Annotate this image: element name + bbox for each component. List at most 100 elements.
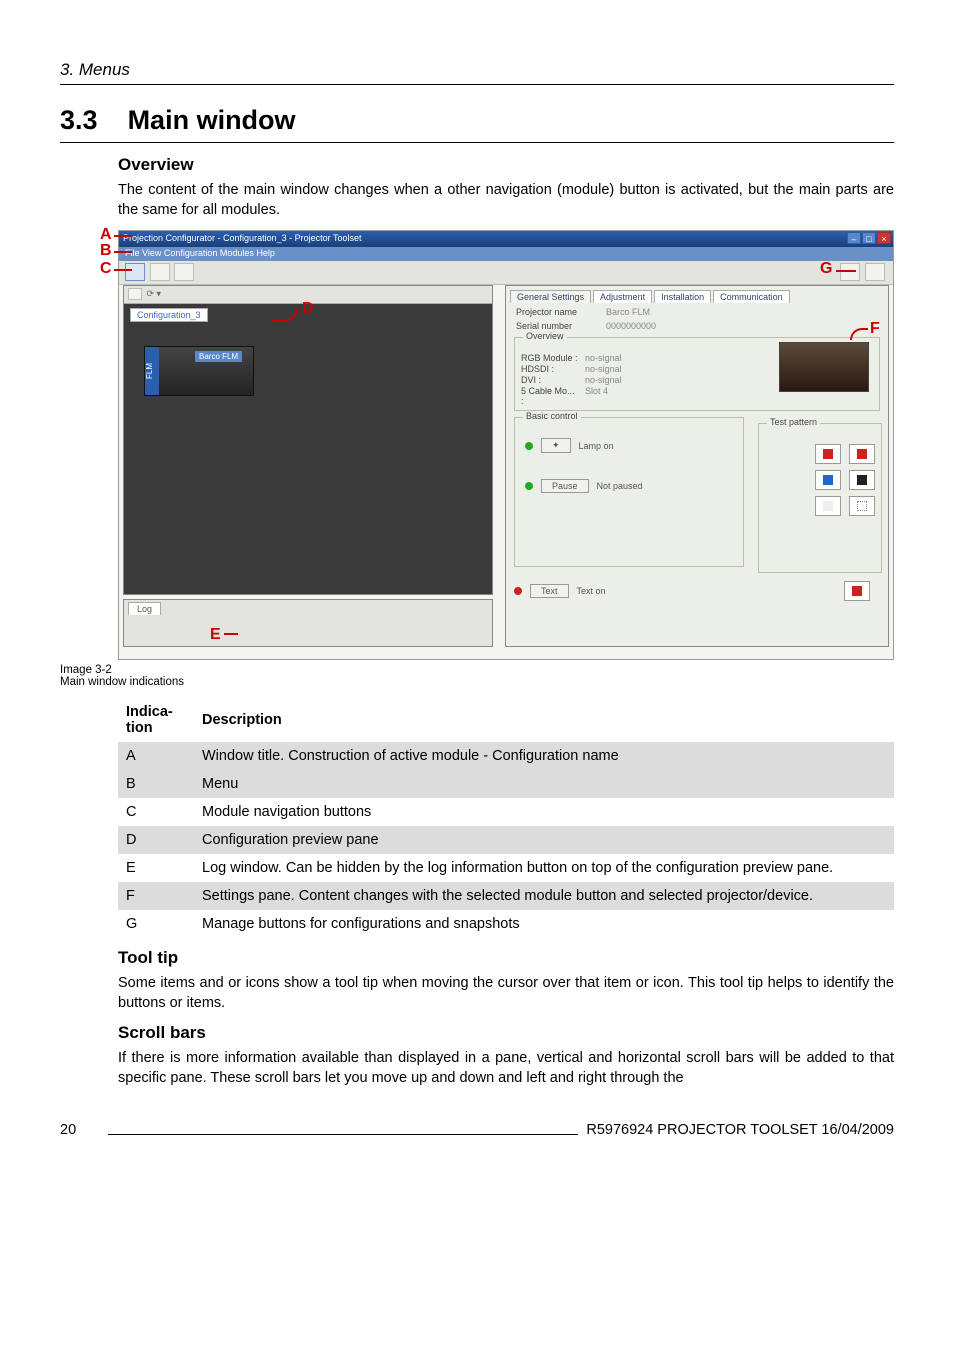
screenshot: Projection Configurator - Configuration_…: [118, 230, 894, 660]
ov-val: no-signal: [585, 353, 622, 363]
scrollbars-paragraph: If there is more information available t…: [118, 1049, 894, 1088]
config-tab[interactable]: Configuration_3: [130, 308, 208, 322]
tab-adjustment[interactable]: Adjustment: [593, 290, 652, 303]
cell-key: F: [118, 882, 194, 910]
cell-desc: Settings pane. Content changes with the …: [194, 882, 894, 910]
manage-config-button[interactable]: [840, 263, 860, 281]
th-indication: Indica- tion: [118, 698, 194, 742]
indication-table: Indica- tion Description AWindow title. …: [118, 698, 894, 938]
projector-name-chip: Barco FLM: [195, 351, 242, 362]
cell-key: C: [118, 798, 194, 826]
projector-name-label: Projector name: [516, 307, 596, 317]
test-pattern-button[interactable]: [815, 470, 841, 490]
callout-line: [224, 633, 238, 635]
cell-desc: Manage buttons for configurations and sn…: [194, 910, 894, 938]
preview-thumbnail: [779, 342, 869, 392]
ov-val: no-signal: [585, 375, 622, 385]
test-pattern-button[interactable]: [849, 444, 875, 464]
callout-line: [114, 235, 132, 237]
serial-number-label: Serial number: [516, 321, 596, 331]
toolbar: [119, 261, 893, 285]
test-pattern-button[interactable]: [849, 496, 875, 516]
section-heading: 3.3 Main window: [60, 105, 894, 136]
maximize-icon[interactable]: □: [862, 232, 876, 244]
ov-val: no-signal: [585, 364, 622, 374]
callout-line: [114, 251, 132, 253]
cell-key: G: [118, 910, 194, 938]
callout-b: B: [100, 242, 112, 260]
callout-e: E: [210, 626, 221, 644]
projector-type-label: FLM: [145, 347, 159, 395]
page-footer: 20 R5976924 PROJECTOR TOOLSET 16/04/2009: [60, 1122, 894, 1138]
overview-paragraph: The content of the main window changes w…: [118, 181, 894, 220]
text-led-icon: [514, 587, 522, 595]
module-nav-button[interactable]: [174, 263, 194, 281]
cell-desc: Log window. Can be hidden by the log inf…: [194, 854, 894, 882]
tooltip-paragraph: Some items and or icons show a tool tip …: [118, 974, 894, 1013]
section-title: Main window: [128, 105, 296, 135]
rule: [60, 142, 894, 143]
tab-communication[interactable]: Communication: [713, 290, 790, 303]
tab-installation[interactable]: Installation: [654, 290, 711, 303]
callout-line: [114, 269, 132, 271]
cell-key: E: [118, 854, 194, 882]
window-title: Projection Configurator - Configuration_…: [123, 233, 361, 243]
cell-desc: Module navigation buttons: [194, 798, 894, 826]
log-pane: Log: [123, 599, 493, 647]
menu-bar[interactable]: File View Configuration Modules Help: [119, 247, 893, 261]
cell-key: B: [118, 770, 194, 798]
test-pattern-button[interactable]: [844, 581, 870, 601]
pause-button[interactable]: Pause: [541, 479, 589, 493]
page-number: 20: [60, 1122, 100, 1138]
log-tab[interactable]: Log: [128, 602, 161, 615]
ov-key: 5 Cable Mo... :: [521, 386, 579, 406]
manage-snapshot-button[interactable]: [865, 263, 885, 281]
cell-desc: Configuration preview pane: [194, 826, 894, 854]
settings-pane: General Settings Adjustment Installation…: [505, 285, 889, 647]
test-pattern-button[interactable]: [815, 496, 841, 516]
rule: [60, 84, 894, 85]
cell-desc: Menu: [194, 770, 894, 798]
ov-val: Slot 4: [585, 386, 608, 406]
window-titlebar: Projection Configurator - Configuration_…: [119, 231, 893, 247]
section-number: 3.3: [60, 105, 98, 135]
ov-key: HDSDI :: [521, 364, 579, 374]
footer-rule: [108, 1134, 578, 1135]
tab-general-settings[interactable]: General Settings: [510, 290, 591, 303]
tooltip-heading: Tool tip: [118, 948, 894, 968]
projector-card[interactable]: FLM Barco FLM: [144, 346, 254, 396]
lamp-status: Lamp on: [579, 441, 614, 451]
footer-doc-id: R5976924 PROJECTOR TOOLSET 16/04/2009: [586, 1122, 894, 1138]
image-caption-text: Main window indications: [60, 676, 894, 688]
basic-control-title: Basic control: [523, 411, 581, 421]
cell-key: A: [118, 742, 194, 770]
projector-name-value: Barco FLM: [606, 307, 650, 317]
module-nav-button[interactable]: [150, 263, 170, 281]
scrollbars-heading: Scroll bars: [118, 1023, 894, 1043]
lamp-led-icon: [525, 442, 533, 450]
close-icon[interactable]: ×: [877, 232, 891, 244]
callout-g: G: [820, 260, 832, 278]
cell-key: D: [118, 826, 194, 854]
th-description: Description: [194, 698, 894, 742]
text-button[interactable]: Text: [530, 584, 569, 598]
callout-d: D: [302, 300, 314, 318]
module-nav-button[interactable]: [125, 263, 145, 281]
preview-tool-button[interactable]: [128, 288, 142, 300]
serial-number-value: 0000000000: [606, 321, 656, 331]
pause-status: Not paused: [597, 481, 643, 491]
overview-heading: Overview: [118, 155, 894, 175]
test-pattern-button[interactable]: [849, 470, 875, 490]
minimize-icon[interactable]: –: [847, 232, 861, 244]
cell-desc: Window title. Construction of active mod…: [194, 742, 894, 770]
test-pattern-button[interactable]: [815, 444, 841, 464]
callout-f: F: [870, 320, 880, 338]
ov-key: RGB Module :: [521, 353, 579, 363]
pause-led-icon: [525, 482, 533, 490]
callout-c: C: [100, 260, 112, 278]
config-preview-pane: ⟳ ▾ Configuration_3 FLM Barco FLM: [123, 285, 493, 595]
overview-group-title: Overview: [523, 331, 567, 341]
image-caption-id: Image 3-2: [60, 664, 894, 676]
running-head: 3. Menus: [60, 60, 894, 80]
lamp-button[interactable]: ✦: [541, 438, 571, 453]
